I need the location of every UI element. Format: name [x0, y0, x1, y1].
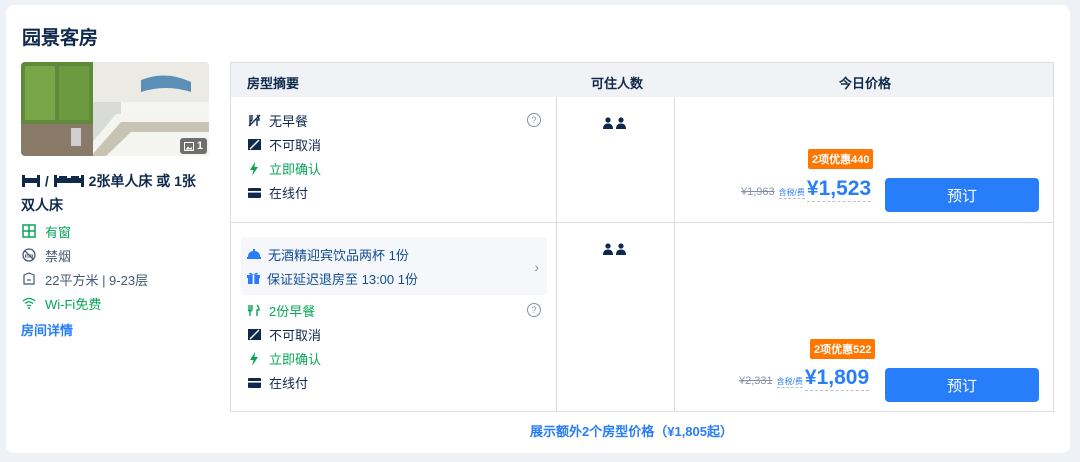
- column-divider: [674, 97, 675, 222]
- window-icon: [21, 223, 37, 239]
- feature-wifi: Wi-Fi免费: [21, 294, 209, 312]
- current-price: ¥1,523: [806, 177, 872, 202]
- bed-info: / 2张单人床 或 1张双人床: [21, 172, 196, 213]
- room-info: 1 / 2张单人床 或 1张双人床 有窗 禁烟 22平方米 | 9-23层 Wi…: [21, 62, 209, 339]
- header-summary: 房型摘要: [247, 76, 300, 91]
- policy-label: 不可取消: [269, 138, 322, 153]
- no-cancel-icon: [247, 328, 261, 342]
- guest-capacity: [603, 117, 627, 129]
- rate-table: 房型摘要 可住人数 今日价格 无早餐 ? 不可取消 立即确认 在线付 2项优惠4…: [230, 62, 1054, 412]
- policy-cancel: 不可取消: [247, 325, 321, 344]
- rate-row: 无酒精迎宾饮品两杯 1份 保证延迟退房至 13:00 1份 › 2份早餐 ? 不…: [231, 222, 1053, 412]
- photo-count-badge: 1: [179, 138, 207, 154]
- policy-label: 不可取消: [269, 328, 322, 343]
- room-photo[interactable]: 1: [21, 62, 209, 156]
- policy-payment: 在线付: [247, 373, 308, 392]
- feature-label: Wi-Fi免费: [45, 296, 102, 312]
- header-guests: 可住人数: [591, 76, 644, 91]
- policy-confirm: 立即确认: [247, 159, 321, 178]
- no-meal-icon: [247, 114, 261, 128]
- policy-label: 2份早餐: [269, 304, 316, 319]
- column-divider: [556, 223, 557, 412]
- feature-window: 有窗: [21, 222, 209, 240]
- discount-badge[interactable]: 2项优惠440: [808, 149, 874, 169]
- perk-label: 无酒精迎宾饮品两杯 1份: [268, 248, 409, 263]
- photo-count: 1: [196, 140, 203, 152]
- meal-icon: [247, 304, 261, 318]
- double-bed-icon: [53, 172, 85, 194]
- policy-meal: 2份早餐: [247, 301, 315, 320]
- chevron-right-icon: ›: [534, 259, 539, 275]
- policy-label: 无早餐: [269, 114, 309, 129]
- two-persons-icon: [603, 243, 626, 255]
- current-price: ¥1,809: [804, 366, 870, 391]
- show-more-rates-link[interactable]: 展示额外2个房型价格（¥1,805起）: [530, 421, 733, 440]
- tax-label[interactable]: 含税/费: [778, 187, 805, 199]
- wifi-icon: [21, 295, 37, 311]
- policy-label: 立即确认: [269, 162, 322, 177]
- column-divider: [674, 223, 675, 412]
- gift-icon: [247, 271, 260, 287]
- original-price: ¥1,963: [741, 186, 775, 198]
- help-icon[interactable]: ?: [527, 113, 541, 127]
- rate-row: 无早餐 ? 不可取消 立即确认 在线付 2项优惠440 ¥1,963 含税/费: [231, 97, 1053, 222]
- lightning-icon: [247, 161, 261, 176]
- feature-label: 禁烟: [45, 248, 72, 264]
- feature-label: 有窗: [45, 224, 72, 240]
- policy-payment: 在线付: [247, 183, 308, 202]
- feature-no-smoking: 禁烟: [21, 246, 209, 264]
- policy-cancel: 不可取消: [247, 135, 321, 154]
- card-icon: [247, 376, 261, 390]
- help-icon[interactable]: ?: [527, 303, 541, 317]
- perk-welcome-drink: 无酒精迎宾饮品两杯 1份: [247, 245, 409, 264]
- area-icon: [21, 271, 37, 287]
- no-smoking-icon: [21, 247, 37, 263]
- table-header: 房型摘要 可住人数 今日价格: [231, 63, 1053, 97]
- room-details-link[interactable]: 房间详情: [21, 320, 209, 339]
- header-price: 今日价格: [839, 76, 892, 91]
- book-button[interactable]: 预订: [885, 178, 1039, 212]
- two-persons-icon: [603, 117, 626, 129]
- policy-label: 在线付: [269, 376, 309, 391]
- lightning-icon: [247, 351, 261, 366]
- no-cancel-icon: [247, 138, 261, 152]
- price-block: ¥1,963 含税/费 ¥1,523: [741, 177, 872, 202]
- room-card: 园景客房 1 / 2张单人床 或 1张双人床 有窗 禁烟 22平方米 | 9-2…: [6, 5, 1070, 453]
- book-button[interactable]: 预订: [885, 368, 1039, 402]
- room-title: 园景客房: [22, 28, 99, 49]
- policy-confirm: 立即确认: [247, 349, 321, 368]
- feature-label: 22平方米 | 9-23层: [45, 272, 149, 288]
- discount-badge[interactable]: 2项优惠522: [810, 339, 876, 359]
- price-block: ¥2,331 含税/费 ¥1,809: [739, 366, 870, 391]
- guest-capacity: [603, 243, 627, 255]
- policy-label: 立即确认: [269, 352, 322, 367]
- perk-late-checkout: 保证延迟退房至 13:00 1份: [247, 269, 418, 288]
- column-divider: [556, 97, 557, 222]
- service-bell-icon: [247, 247, 261, 262]
- tax-label[interactable]: 含税/费: [776, 376, 803, 388]
- policy-label: 在线付: [269, 186, 309, 201]
- perks-box[interactable]: 无酒精迎宾饮品两杯 1份 保证延迟退房至 13:00 1份 ›: [241, 237, 547, 295]
- policy-meal: 无早餐: [247, 111, 308, 130]
- feature-area: 22平方米 | 9-23层: [21, 270, 209, 288]
- single-bed-icon: [21, 172, 41, 194]
- image-icon: [183, 141, 194, 151]
- perk-label: 保证延迟退房至 13:00 1份: [267, 272, 418, 287]
- card-icon: [247, 186, 261, 200]
- original-price: ¥2,331: [739, 375, 773, 387]
